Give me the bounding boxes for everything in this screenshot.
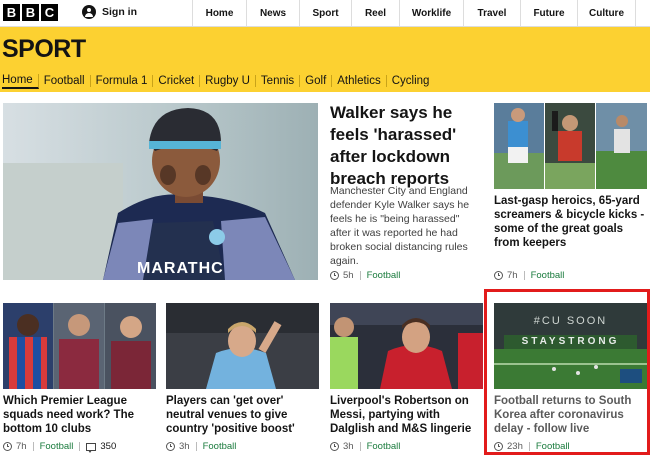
lead-story-summary: Manchester City and England defender Kyl… <box>330 185 470 267</box>
bbc-logo[interactable]: B B C <box>3 4 58 21</box>
nav-home[interactable]: Home <box>192 0 246 27</box>
global-nav: Home News Sport Reel Worklife Travel Fut… <box>192 0 636 27</box>
sport-banner: SPORT <box>0 27 650 70</box>
neutral-venues-time: 3h <box>179 441 190 452</box>
logo-letter-c: C <box>41 4 58 21</box>
lead-image-shirt-text: MARATHC <box>137 260 224 277</box>
premier-league-time: 7h <box>16 441 27 452</box>
nav-sport[interactable]: Sport <box>299 0 351 27</box>
neutral-venues-image[interactable] <box>166 303 319 389</box>
meta-divider <box>359 442 361 451</box>
sport-subnav: Home Football Formula 1 Cricket Rugby U … <box>0 70 650 92</box>
subnav-tennis[interactable]: Tennis <box>256 75 301 87</box>
nav-future[interactable]: Future <box>520 0 577 27</box>
selection-highlight-box <box>484 289 650 455</box>
meta-divider <box>523 271 525 280</box>
neutral-venues-section-link[interactable]: Football <box>203 441 237 452</box>
global-header: B B C Sign in Home News Sport Reel Workl… <box>0 0 650 27</box>
keeper-goals-section-link[interactable]: Football <box>531 270 565 281</box>
subnav-home[interactable]: Home <box>2 73 39 89</box>
subnav-golf[interactable]: Golf <box>300 75 333 87</box>
premier-league-meta: 7h Football 350 <box>3 441 116 453</box>
comment-icon <box>86 442 97 453</box>
sport-title[interactable]: SPORT <box>2 35 86 64</box>
subnav-formula1[interactable]: Formula 1 <box>91 75 154 87</box>
clock-icon <box>166 442 175 451</box>
sign-in-label: Sign in <box>102 6 137 18</box>
logo-letter-b2: B <box>22 4 39 21</box>
robertson-time: 3h <box>343 441 354 452</box>
clock-icon <box>330 271 339 280</box>
robertson-image[interactable] <box>330 303 483 389</box>
neutral-venues-headline[interactable]: Players can 'get over' neutral venues to… <box>166 394 319 436</box>
subnav-cricket[interactable]: Cricket <box>153 75 201 87</box>
nav-travel[interactable]: Travel <box>463 0 520 27</box>
nav-reel[interactable]: Reel <box>351 0 399 27</box>
keeper-goals-image[interactable] <box>494 103 647 189</box>
robertson-headline[interactable]: Liverpool's Robertson on Messi, partying… <box>330 394 483 436</box>
premier-league-headline[interactable]: Which Premier League squads need work? T… <box>3 394 156 436</box>
sign-in-link[interactable]: Sign in <box>82 5 137 19</box>
keeper-goals-time: 7h <box>507 270 518 281</box>
meta-divider <box>79 442 81 451</box>
user-icon <box>82 5 96 19</box>
premier-league-comment-count[interactable]: 350 <box>100 441 116 452</box>
meta-divider <box>195 442 197 451</box>
lead-story-section-link[interactable]: Football <box>367 270 401 281</box>
lead-story-headline[interactable]: Walker says he feels 'harassed' after lo… <box>330 102 480 190</box>
robertson-meta: 3h Football <box>330 441 400 452</box>
lead-story-image[interactable]: MARATHC <box>3 103 318 280</box>
keeper-goals-meta: 7h Football <box>494 270 564 281</box>
logo-letter-b1: B <box>3 4 20 21</box>
subnav-rugby-union[interactable]: Rugby U <box>200 75 256 87</box>
clock-icon <box>330 442 339 451</box>
nav-worklife[interactable]: Worklife <box>399 0 463 27</box>
clock-icon <box>494 271 503 280</box>
nav-culture[interactable]: Culture <box>577 0 636 27</box>
subnav-athletics[interactable]: Athletics <box>332 75 387 87</box>
neutral-venues-meta: 3h Football <box>166 441 236 452</box>
nav-news[interactable]: News <box>246 0 299 27</box>
lead-story-meta: 5h Football <box>330 270 400 281</box>
keeper-goals-headline[interactable]: Last-gasp heroics, 65-yard screamers & b… <box>494 194 647 250</box>
subnav-cycling[interactable]: Cycling <box>387 75 435 87</box>
lead-story-time: 5h <box>343 270 354 281</box>
clock-icon <box>3 442 12 451</box>
premier-league-image[interactable] <box>3 303 156 389</box>
robertson-section-link[interactable]: Football <box>367 441 401 452</box>
premier-league-section-link[interactable]: Football <box>40 441 74 452</box>
meta-divider <box>32 442 34 451</box>
subnav-football[interactable]: Football <box>39 75 91 87</box>
meta-divider <box>359 271 361 280</box>
